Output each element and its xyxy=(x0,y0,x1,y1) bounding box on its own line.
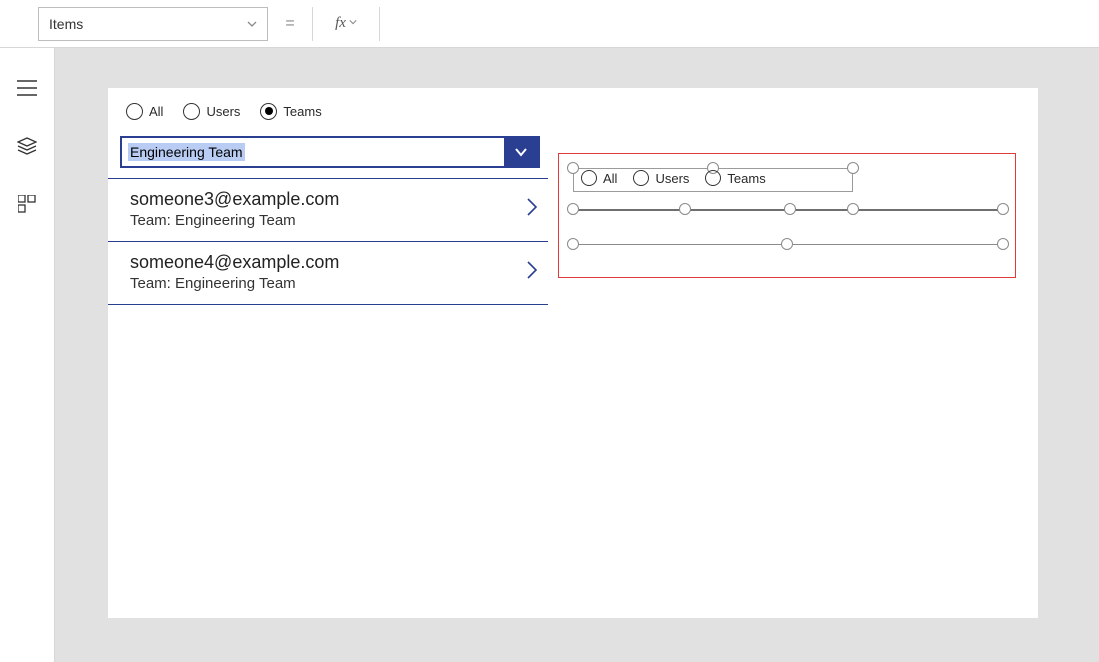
radio-circle-icon xyxy=(126,103,143,120)
fx-dropdown[interactable]: fx xyxy=(312,7,380,41)
list-item-secondary: Team: Engineering Team xyxy=(130,275,339,292)
design-radio-users[interactable]: Users xyxy=(633,170,689,186)
radio-label: All xyxy=(603,171,617,186)
formula-input[interactable] xyxy=(380,7,1099,41)
apps-icon[interactable] xyxy=(15,192,39,216)
design-radio-group: All Users Teams xyxy=(581,170,766,186)
radio-label: Users xyxy=(655,171,689,186)
radio-circle-icon xyxy=(581,170,597,186)
equals-label: = xyxy=(268,15,312,33)
design-canvas-wrap[interactable]: All Users Teams Engineering Team xyxy=(55,48,1099,662)
selection-handle-icon[interactable] xyxy=(567,162,579,174)
selection-handle-icon[interactable] xyxy=(567,203,579,215)
app-left-panel: All Users Teams Engineering Team xyxy=(108,96,548,305)
selection-handle-icon[interactable] xyxy=(567,238,579,250)
chevron-right-icon xyxy=(524,195,540,224)
layers-icon[interactable] xyxy=(15,134,39,158)
chevron-down-icon xyxy=(247,16,257,32)
list-item[interactable]: someone3@example.com Team: Engineering T… xyxy=(108,178,548,242)
property-selector[interactable]: Items xyxy=(38,7,268,41)
radio-circle-icon xyxy=(260,103,277,120)
chevron-down-icon xyxy=(514,145,528,159)
search-input[interactable]: Engineering Team xyxy=(122,138,504,166)
search-dropdown-button[interactable] xyxy=(504,138,538,166)
left-rail xyxy=(0,48,55,662)
radio-label: Teams xyxy=(727,171,765,186)
radio-label: All xyxy=(149,104,163,119)
radio-circle-icon xyxy=(633,170,649,186)
property-selector-label: Items xyxy=(49,16,83,32)
selected-control-group[interactable]: All Users Teams xyxy=(558,153,1016,278)
list-item-primary: someone3@example.com xyxy=(130,189,339,210)
selection-handle-icon[interactable] xyxy=(847,162,859,174)
chevron-down-icon xyxy=(349,18,357,29)
selection-handle-icon[interactable] xyxy=(997,203,1009,215)
design-canvas[interactable]: All Users Teams Engineering Team xyxy=(108,88,1038,618)
radio-teams[interactable]: Teams xyxy=(260,103,321,120)
selection-handle-icon[interactable] xyxy=(997,238,1009,250)
filter-radio-group: All Users Teams xyxy=(108,96,548,126)
radio-all[interactable]: All xyxy=(126,103,163,120)
search-input-value: Engineering Team xyxy=(128,143,245,161)
list-item[interactable]: someone4@example.com Team: Engineering T… xyxy=(108,242,548,305)
design-radio-teams[interactable]: Teams xyxy=(705,170,765,186)
list-item-primary: someone4@example.com xyxy=(130,252,339,273)
search-box: Engineering Team xyxy=(120,136,540,168)
list-item-secondary: Team: Engineering Team xyxy=(130,212,339,229)
selection-handle-icon[interactable] xyxy=(847,203,859,215)
selection-handle-icon[interactable] xyxy=(781,238,793,250)
selection-handle-icon[interactable] xyxy=(784,203,796,215)
radio-users[interactable]: Users xyxy=(183,103,240,120)
hamburger-icon[interactable] xyxy=(15,76,39,100)
selection-handle-icon[interactable] xyxy=(679,203,691,215)
radio-label: Teams xyxy=(283,104,321,119)
fx-label: fx xyxy=(335,15,346,32)
results-list: someone3@example.com Team: Engineering T… xyxy=(108,178,548,305)
design-radio-all[interactable]: All xyxy=(581,170,617,186)
radio-circle-icon xyxy=(183,103,200,120)
chevron-right-icon xyxy=(524,258,540,287)
radio-label: Users xyxy=(206,104,240,119)
radio-circle-icon xyxy=(705,170,721,186)
formula-bar: Items = fx xyxy=(0,0,1099,48)
